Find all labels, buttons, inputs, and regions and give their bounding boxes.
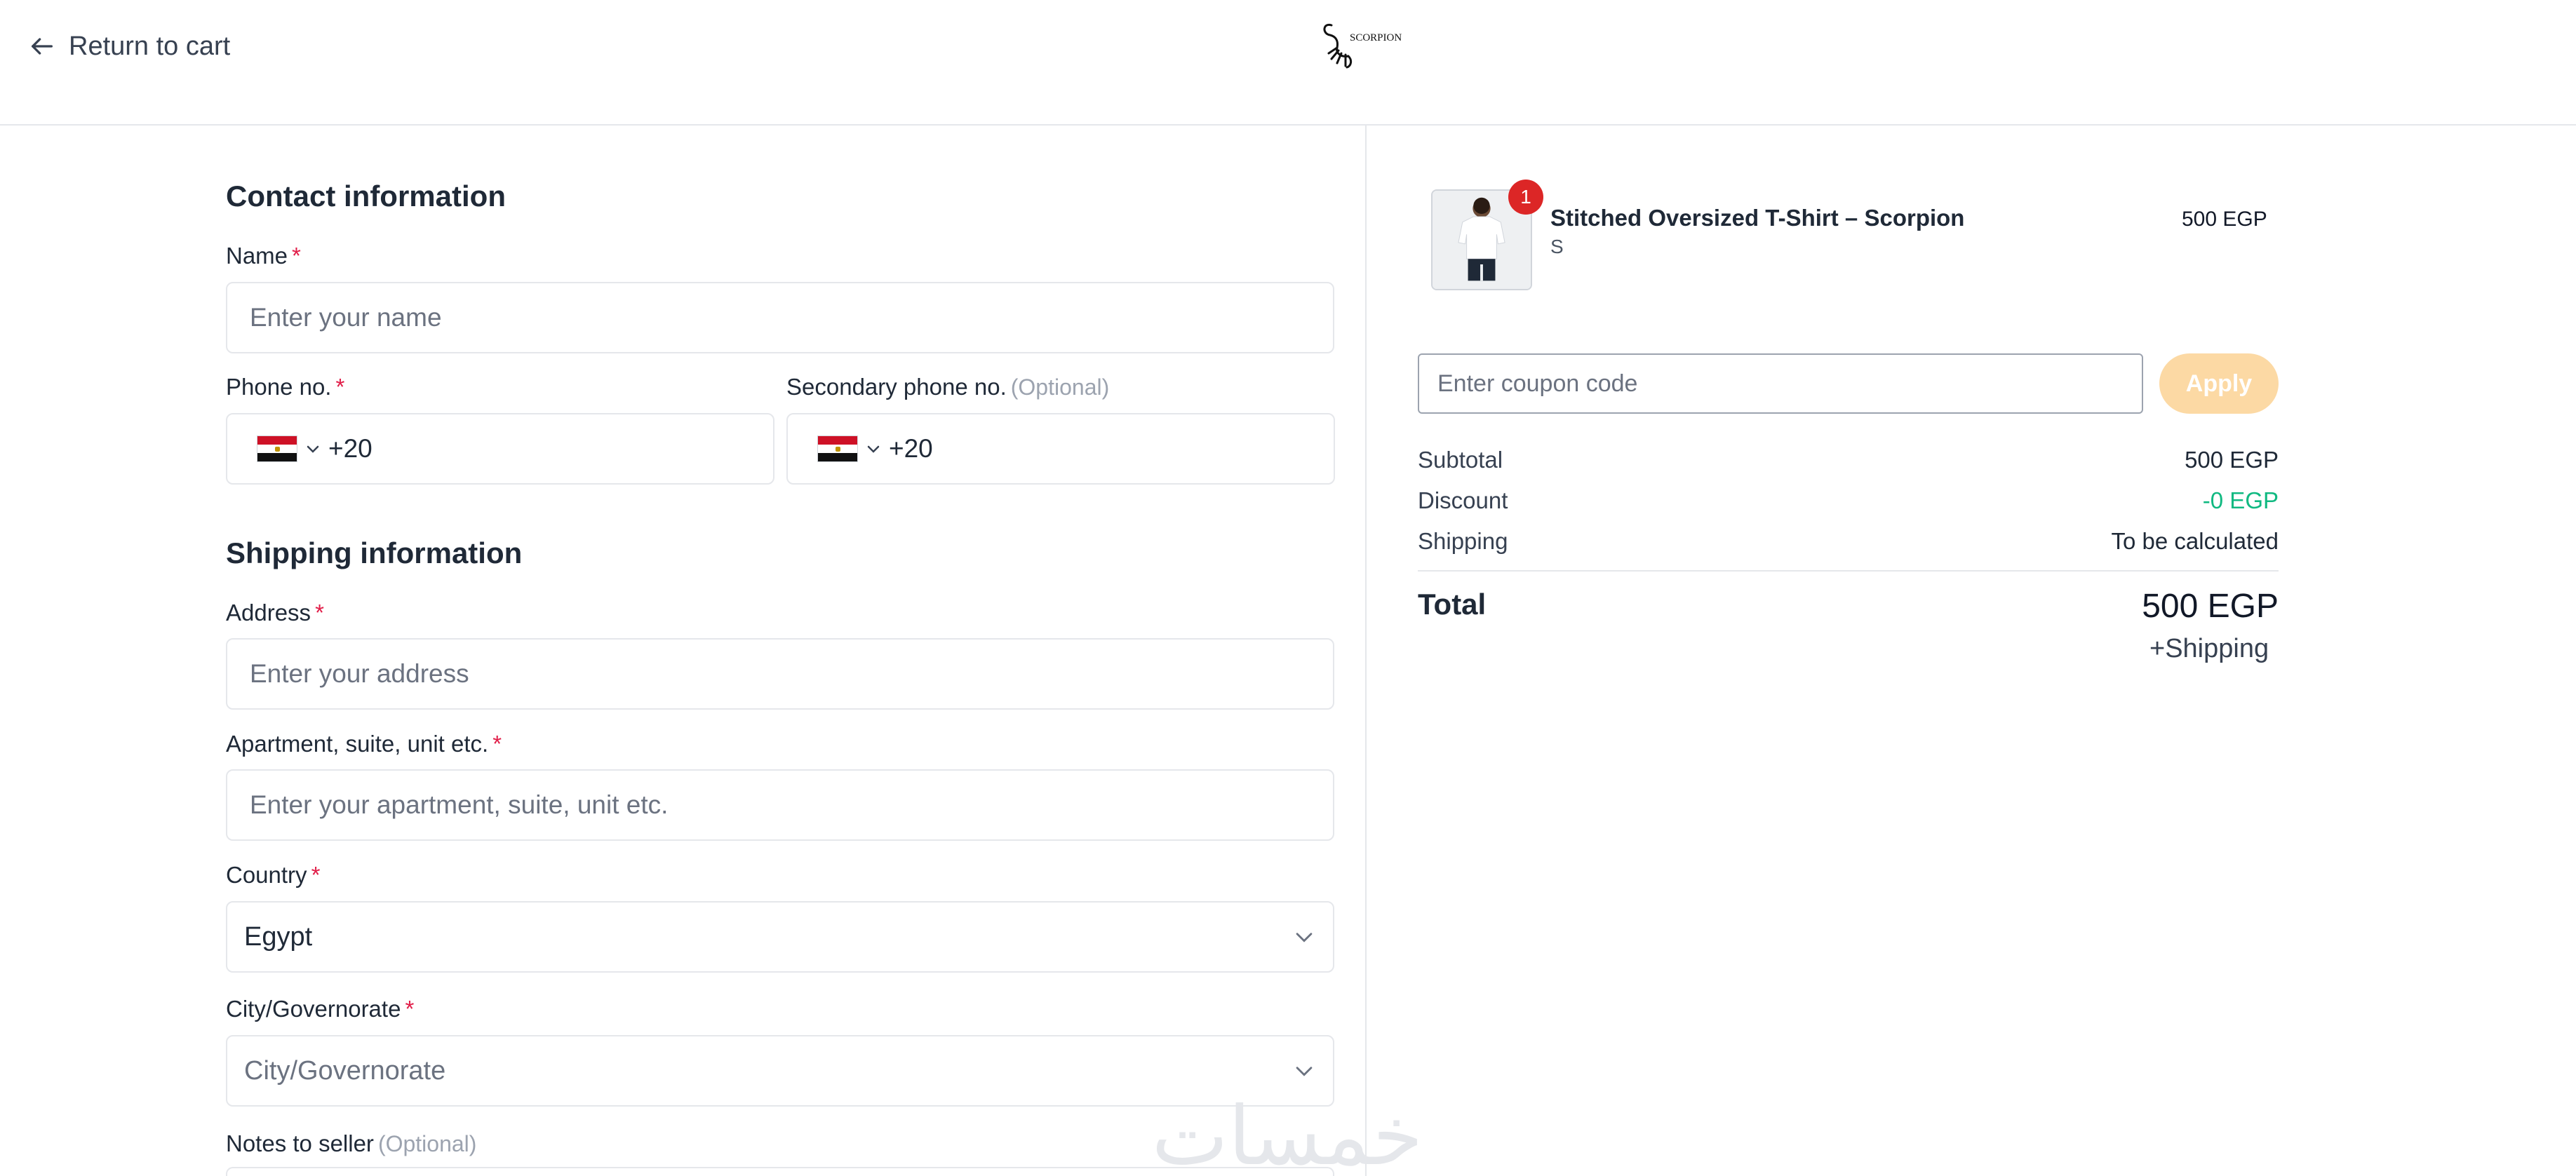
coupon-field[interactable] <box>1418 353 2143 414</box>
total-shipping-note: +Shipping <box>2149 634 2269 663</box>
summary-divider <box>1418 570 2279 572</box>
product-name: Stitched Oversized T-Shirt – Scorpion <box>1550 205 1965 231</box>
optional-marker: (Optional) <box>1010 374 1110 400</box>
egypt-flag-icon[interactable] <box>817 435 858 462</box>
discount-label: Discount <box>1418 487 1508 513</box>
svg-text:SCORPION: SCORPION <box>1350 32 1402 43</box>
name-input[interactable] <box>227 283 1333 352</box>
required-marker: * <box>335 374 345 400</box>
notes-label-text: Notes to seller <box>226 1130 374 1156</box>
required-marker: * <box>405 996 415 1022</box>
address-label: Address * <box>226 600 324 626</box>
name-field[interactable] <box>226 282 1334 353</box>
return-to-cart-label: Return to cart <box>69 31 231 61</box>
required-marker: * <box>315 600 324 626</box>
checkout-header: Return to cart SCORPION <box>0 0 2576 126</box>
svg-text:خمسات: خمسات <box>1152 1089 1423 1176</box>
phone-field[interactable]: +20 <box>226 413 774 485</box>
product-variant: S <box>1550 236 1564 257</box>
chevron-down-icon[interactable] <box>865 440 882 457</box>
country-label-text: Country <box>226 862 307 888</box>
required-marker: * <box>292 243 301 269</box>
apartment-label: Apartment, suite, unit etc. * <box>226 731 502 757</box>
secondary-phone-field[interactable]: +20 <box>786 413 1335 485</box>
total-label: Total <box>1418 588 1487 621</box>
scorpion-logo[interactable]: SCORPION <box>1317 17 1413 70</box>
chevron-down-icon <box>1296 933 1313 942</box>
subtotal-value: 500 EGP <box>2185 447 2279 473</box>
country-select[interactable]: Egypt <box>226 901 1334 973</box>
required-marker: * <box>492 731 502 757</box>
chevron-down-icon <box>1296 1067 1313 1076</box>
optional-marker: (Optional) <box>377 1131 477 1156</box>
total-value: 500 EGP <box>2142 588 2279 625</box>
country-label: Country * <box>226 862 320 888</box>
phone-label: Phone no. * <box>226 374 344 400</box>
phone-label-text: Phone no. <box>226 374 332 400</box>
product-price: 500 EGP <box>2182 208 2267 231</box>
coupon-input[interactable] <box>1419 355 2142 412</box>
chevron-down-icon[interactable] <box>304 440 321 457</box>
notes-label: Notes to seller (Optional) <box>226 1130 476 1157</box>
secondary-phone-label-text: Secondary phone no. <box>786 374 1007 400</box>
address-label-text: Address <box>226 600 311 626</box>
address-input[interactable] <box>227 640 1333 708</box>
cart-quantity-badge: 1 <box>1508 180 1543 215</box>
city-label-text: City/Governorate <box>226 996 401 1022</box>
shipping-label: Shipping <box>1418 528 1508 554</box>
phone-dial-code: +20 <box>328 434 373 463</box>
subtotal-label: Subtotal <box>1418 447 1503 473</box>
apartment-field[interactable] <box>226 769 1334 841</box>
city-placeholder: City/Governorate <box>244 1055 446 1086</box>
secondary-phone-dial-code: +20 <box>889 434 933 463</box>
shipping-value: To be calculated <box>2111 528 2279 554</box>
return-to-cart-link[interactable]: Return to cart <box>28 28 230 65</box>
contact-information-title: Contact information <box>226 180 506 212</box>
city-label: City/Governorate * <box>226 996 414 1022</box>
scorpion-logo-icon: SCORPION <box>1323 23 1402 69</box>
shipping-information-title: Shipping information <box>226 536 523 569</box>
discount-value: -0 EGP <box>2202 487 2279 513</box>
khamsat-watermark: خمسات <box>1152 1089 1423 1176</box>
egypt-flag-icon[interactable] <box>257 435 297 462</box>
required-marker: * <box>311 862 321 888</box>
name-label-text: Name <box>226 243 288 269</box>
arrow-left-icon <box>32 38 53 55</box>
address-field[interactable] <box>226 638 1334 710</box>
apartment-input[interactable] <box>227 771 1333 839</box>
country-value: Egypt <box>244 921 313 952</box>
secondary-phone-label: Secondary phone no. (Optional) <box>786 374 1109 400</box>
apply-coupon-button[interactable]: Apply <box>2159 353 2279 414</box>
name-label: Name * <box>226 243 301 269</box>
apartment-label-text: Apartment, suite, unit etc. <box>226 731 489 757</box>
column-divider <box>1365 126 1367 1176</box>
